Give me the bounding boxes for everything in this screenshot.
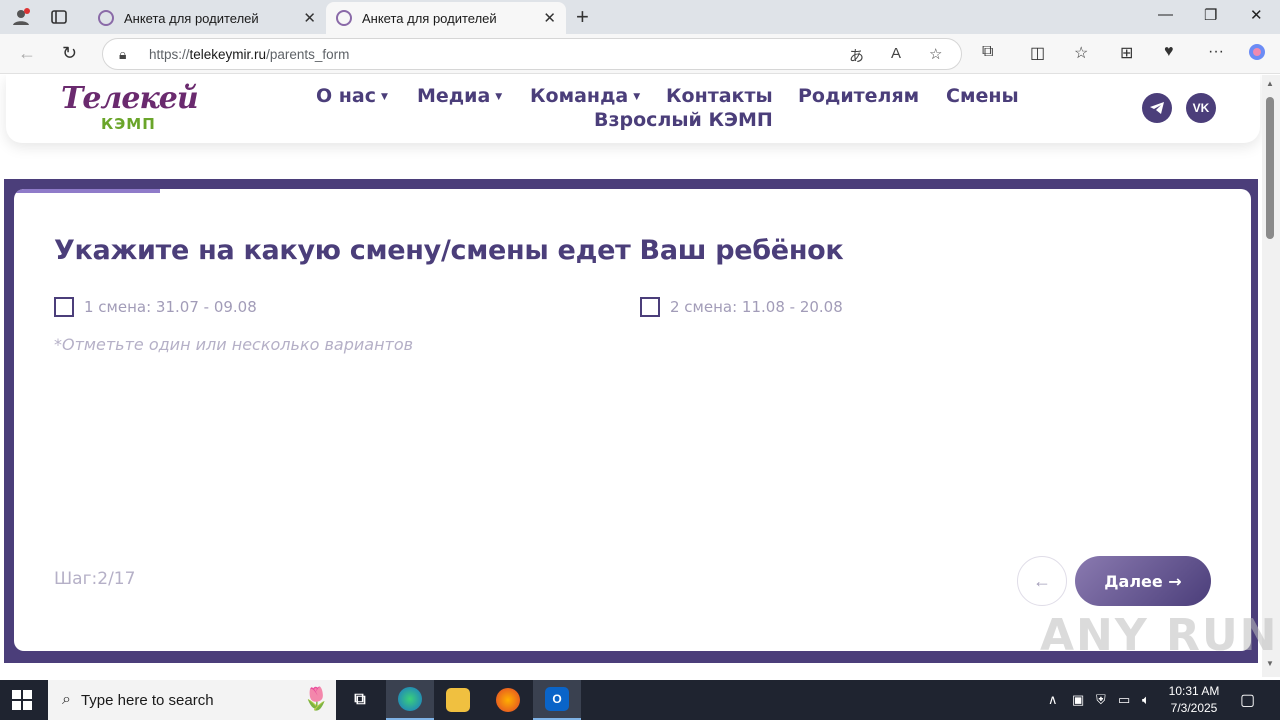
close-window-icon[interactable]: ✕ <box>1250 6 1263 24</box>
nav-item-team[interactable]: Команда ▼ <box>530 85 640 107</box>
browser-essentials-icon[interactable]: ♥ <box>1164 43 1174 61</box>
form-progress-bar <box>14 189 160 193</box>
question-title: Укажите на какую смену/смены едет Ваш ре… <box>54 235 844 266</box>
hint-text: *Отметьте один или несколько вариантов <box>54 335 414 354</box>
site-header: Телекей КЭМП О нас ▼ Медиа ▼ Команда ▼ Конт… <box>6 75 1260 143</box>
tab-title: Анкета для родителей <box>124 10 259 26</box>
windows-start-icon[interactable] <box>12 690 32 710</box>
taskbar-clock[interactable]: 10:31 AM 7/3/2025 <box>1162 683 1226 717</box>
tab-actions-icon[interactable] <box>48 6 70 28</box>
close-tab-icon[interactable]: ✕ <box>303 9 316 27</box>
url-text: https://telekeymir.ru/parents_form <box>149 47 350 62</box>
checkbox[interactable] <box>640 297 660 317</box>
volume-icon[interactable]: 🔈︎ <box>1142 692 1150 708</box>
extensions-icon[interactable]: ⧉ <box>982 43 993 61</box>
tray-outlook-icon[interactable]: ▣ <box>1072 692 1084 708</box>
collections-icon[interactable]: ⊞ <box>1120 43 1133 63</box>
nav-item-adult-camp[interactable]: Взрослый КЭМП <box>594 109 773 131</box>
more-menu-icon[interactable]: ··· <box>1208 43 1224 61</box>
nav-item-sessions[interactable]: Смены <box>946 85 1019 107</box>
taskbar: ⌕ Type here to search 🌷 ⧉ O ∧ ▣ ⛨ ▭ 🔈︎ 1… <box>0 680 1280 720</box>
nav-item-parents[interactable]: Родителям <box>798 85 919 107</box>
browser-tab-bar: Анкета для родителей ✕ Анкета для родите… <box>0 0 1280 34</box>
back-icon[interactable]: ← <box>18 43 36 64</box>
form-card: Укажите на какую смену/смены едет Ваш ре… <box>14 189 1251 651</box>
search-placeholder: Type here to search <box>80 691 214 709</box>
nav-item-about[interactable]: О нас ▼ <box>316 85 388 107</box>
outlook-icon[interactable]: O <box>533 680 581 720</box>
telegram-icon[interactable] <box>1142 93 1172 123</box>
profile-icon[interactable] <box>10 6 32 28</box>
copilot-icon[interactable] <box>1248 43 1266 66</box>
back-button[interactable]: ← <box>1017 556 1067 606</box>
task-view-icon[interactable]: ⧉ <box>336 680 384 720</box>
url-field[interactable]: 🔒︎ https://telekeymir.ru/parents_form あ … <box>102 38 962 70</box>
search-icon: ⌕ <box>62 691 71 708</box>
scrollbar-thumb[interactable] <box>1266 97 1274 239</box>
nav-item-media[interactable]: Медиа ▼ <box>417 85 502 107</box>
chevron-down-icon: ▼ <box>633 91 641 102</box>
arrow-left-icon: ← <box>1033 570 1051 591</box>
firefox-icon[interactable] <box>484 680 532 720</box>
read-aloud-icon[interactable]: A <box>891 45 901 62</box>
edge-taskbar-icon[interactable] <box>386 680 434 720</box>
network-icon[interactable]: ▭ <box>1118 692 1130 708</box>
reload-icon[interactable]: ↻ <box>62 43 77 64</box>
option-label: 1 смена: 31.07 - 09.08 <box>84 298 257 316</box>
scroll-up-icon[interactable]: ▲ <box>1266 79 1274 88</box>
chevron-down-icon: ▼ <box>380 91 388 102</box>
file-explorer-icon[interactable] <box>434 680 482 720</box>
anyrun-watermark: ANY RUN <box>1040 610 1279 661</box>
address-bar: ← ↻ 🔒︎ https://telekeymir.ru/parents_for… <box>0 34 1280 74</box>
tray-overflow-icon[interactable]: ∧ <box>1048 692 1058 708</box>
vk-icon[interactable]: VK <box>1186 93 1216 123</box>
favorites-icon[interactable]: ☆ <box>1074 43 1088 63</box>
site-favicon-icon <box>98 10 114 26</box>
checkbox[interactable] <box>54 297 74 317</box>
notifications-icon[interactable]: ▢ <box>1240 690 1255 710</box>
option-session-2[interactable]: 2 смена: 11.08 - 20.08 <box>640 297 843 317</box>
tab-parents-form-2[interactable]: Анкета для родителей ✕ <box>326 2 566 34</box>
new-tab-icon[interactable]: + <box>576 4 589 30</box>
page-scrollbar[interactable]: ▲ ▼ <box>1262 75 1280 677</box>
minimize-icon[interactable]: — <box>1158 6 1173 23</box>
search-highlight-icon: 🌷 <box>302 686 330 711</box>
tab-parents-form-1[interactable]: Анкета для родителей ✕ <box>88 2 326 34</box>
site-logo[interactable]: Телекей КЭМП <box>61 79 201 139</box>
restore-icon[interactable]: ❐ <box>1204 6 1217 24</box>
lock-icon[interactable]: 🔒︎ <box>119 46 126 63</box>
next-button[interactable]: Далее → <box>1075 556 1211 606</box>
close-tab-icon[interactable]: ✕ <box>543 9 556 27</box>
split-screen-icon[interactable]: ◫ <box>1030 43 1045 63</box>
taskbar-search[interactable]: ⌕ Type here to search 🌷 <box>48 680 336 720</box>
page-viewport: Телекей КЭМП О нас ▼ Медиа ▼ Команда ▼ Конт… <box>0 75 1262 677</box>
option-label: 2 смена: 11.08 - 20.08 <box>670 298 843 316</box>
tab-title: Анкета для родителей <box>362 10 497 26</box>
favorite-star-icon[interactable]: ☆ <box>929 45 942 63</box>
step-counter: Шаг:2/17 <box>54 569 136 589</box>
chevron-down-icon: ▼ <box>495 91 503 102</box>
nav-item-contacts[interactable]: Контакты <box>666 85 773 107</box>
option-session-1[interactable]: 1 смена: 31.07 - 09.08 <box>54 297 257 317</box>
translate-icon[interactable]: あ <box>849 45 864 66</box>
site-favicon-icon <box>336 10 352 26</box>
tray-security-icon[interactable]: ⛨ <box>1096 692 1106 708</box>
form-frame: Укажите на какую смену/смены едет Ваш ре… <box>4 179 1258 663</box>
